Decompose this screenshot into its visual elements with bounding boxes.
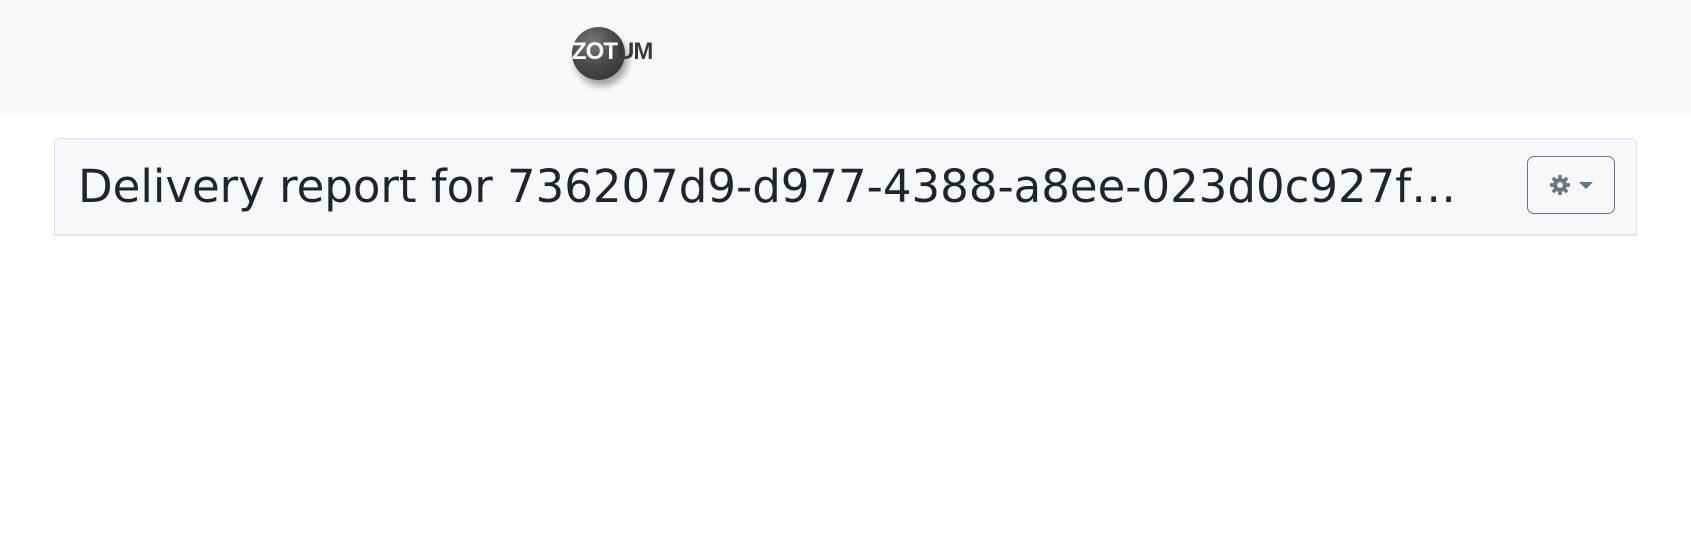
- settings-dropdown-button[interactable]: [1527, 156, 1615, 214]
- logo-text: ZOTUM: [572, 38, 653, 65]
- caret-down-icon: [1579, 182, 1593, 189]
- top-navbar: ZOTUM: [0, 0, 1691, 113]
- page-title: Delivery report for 736207d9-d977-4388-a…: [78, 160, 1468, 213]
- gear-icon: [1549, 174, 1571, 196]
- zotum-logo[interactable]: ZOTUM: [570, 26, 670, 86]
- card-header: Delivery report for 736207d9-d977-4388-a…: [54, 138, 1637, 236]
